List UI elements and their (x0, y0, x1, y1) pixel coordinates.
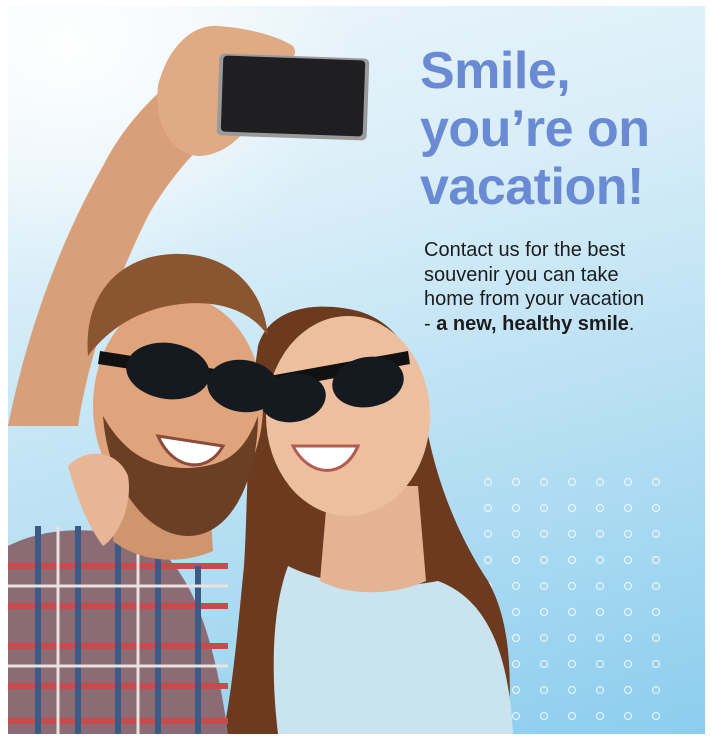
body-line-4-suffix: . (628, 312, 635, 335)
body-line-2: souvenir you can take (424, 263, 619, 286)
vacation-ad: Smile, you’re on vacation! Contact us fo… (8, 6, 705, 734)
body-line-4: - a new, healthy smile. (424, 312, 644, 337)
body-line-1: Contact us for the best (424, 239, 626, 261)
highlight-text: a new, healthy smile (436, 312, 629, 335)
body-copy: Contact us for the best souvenir you can… (424, 238, 644, 336)
headline-line-2: you’re on (420, 100, 650, 158)
headline: Smile, you’re on vacation! (420, 42, 650, 216)
body-line-3: home from your vacation (424, 288, 645, 310)
man-plaid-shirt (8, 526, 228, 734)
headline-line-3: vacation! (420, 158, 644, 216)
headline-line-1: Smile, (420, 42, 571, 100)
body-line-4-prefix: - (424, 312, 437, 335)
smartphone (216, 53, 370, 141)
